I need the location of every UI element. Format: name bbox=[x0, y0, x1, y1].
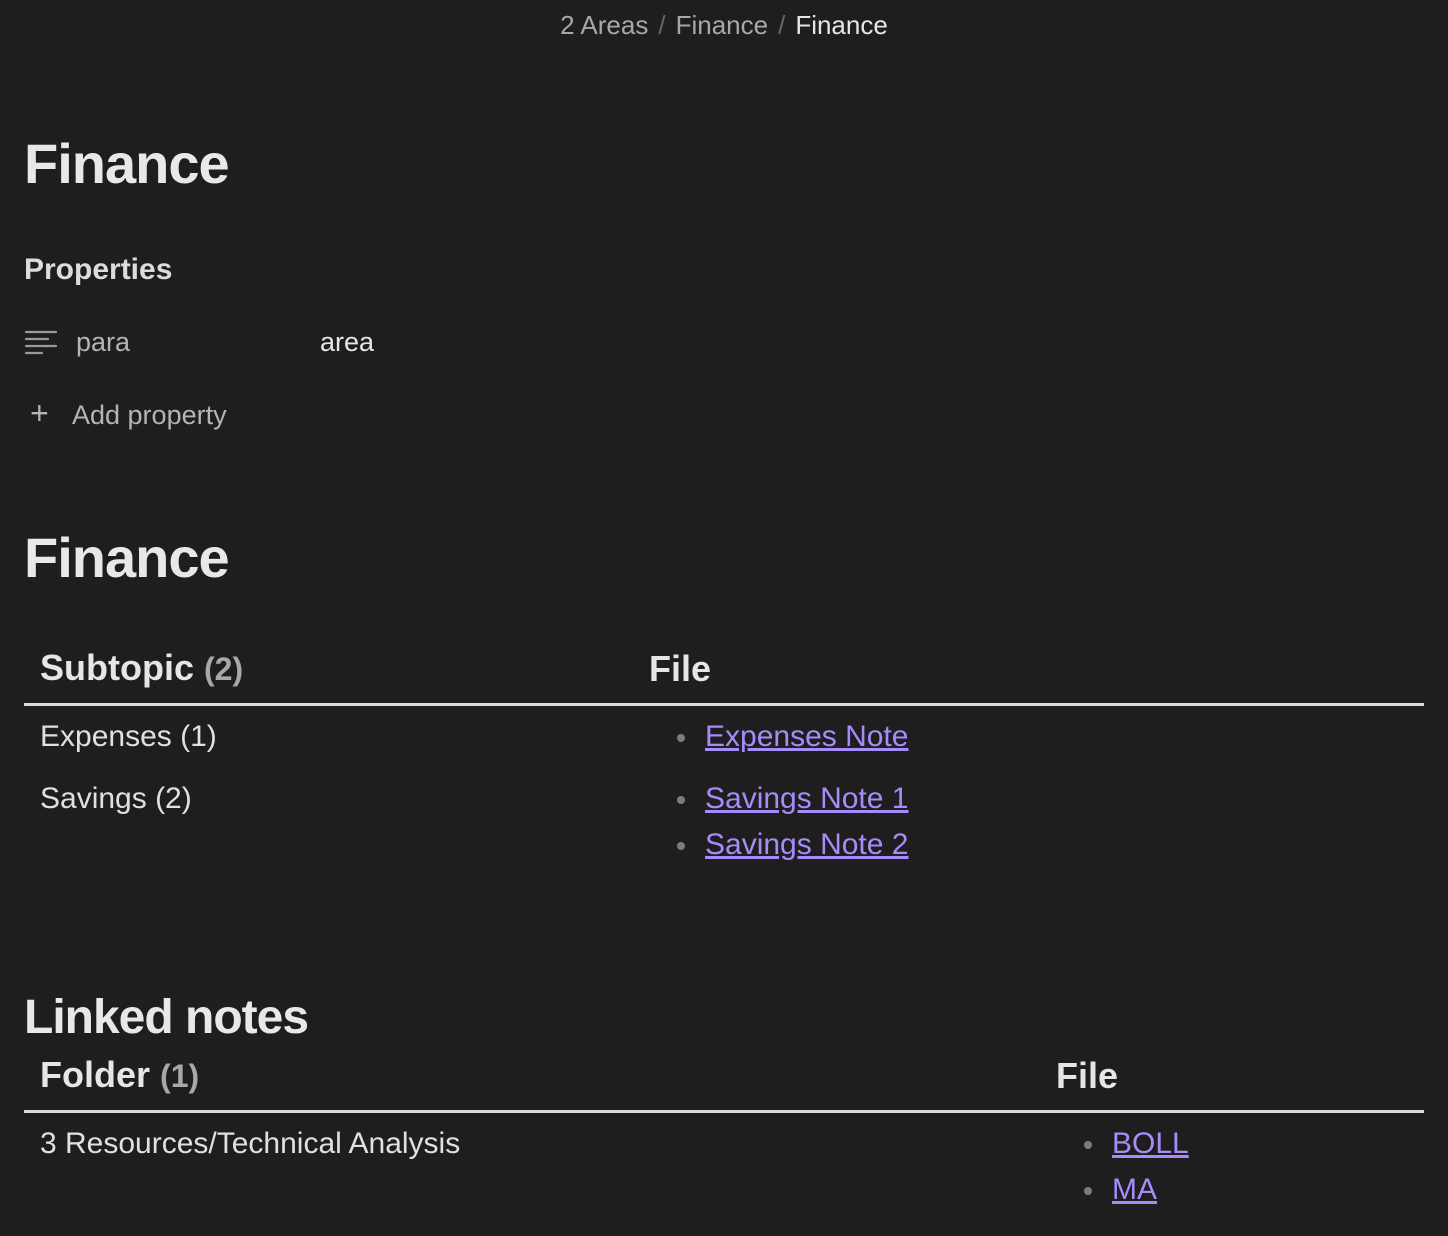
file-link-savings-note-1[interactable]: Savings Note 1 bbox=[705, 782, 908, 815]
breadcrumb-item-areas[interactable]: 2 Areas bbox=[560, 10, 648, 40]
add-property-button[interactable]: + Add property bbox=[30, 393, 227, 433]
column-count: (1) bbox=[160, 1058, 200, 1094]
list-item: MA bbox=[1056, 1167, 1408, 1213]
table-row: 3 Resources/Technical Analysis BOLL MA bbox=[24, 1112, 1424, 1222]
breadcrumb-separator: / bbox=[658, 10, 666, 40]
bullet-icon bbox=[677, 796, 685, 804]
column-header-file[interactable]: File bbox=[633, 644, 1424, 706]
list-item: Expenses Note bbox=[649, 714, 1408, 760]
breadcrumb: 2 Areas / Finance / Finance bbox=[0, 8, 1448, 42]
bullet-icon bbox=[677, 734, 685, 742]
subtopic-table: Subtopic (2) File Expenses (1) Expenses … bbox=[24, 644, 1424, 876]
table-row: Expenses (1) Expenses Note bbox=[24, 705, 1424, 769]
properties-heading[interactable]: Properties bbox=[24, 250, 172, 290]
section-heading-linked-notes: Linked notes bbox=[24, 991, 309, 1044]
breadcrumb-separator: / bbox=[778, 10, 786, 40]
plus-icon: + bbox=[30, 395, 49, 431]
table-row: Savings (2) Savings Note 1 Savings Note … bbox=[24, 768, 1424, 876]
file-link-expenses-note[interactable]: Expenses Note bbox=[705, 720, 908, 753]
file-cell: Savings Note 1 Savings Note 2 bbox=[633, 768, 1424, 876]
list-item: Savings Note 2 bbox=[649, 822, 1408, 868]
linked-notes-table: Folder (1) File 3 Resources/Technical An… bbox=[24, 1051, 1424, 1221]
bullet-icon bbox=[677, 842, 685, 850]
file-link-ma[interactable]: MA bbox=[1112, 1173, 1157, 1206]
column-header-subtopic[interactable]: Subtopic (2) bbox=[24, 644, 633, 706]
list-item: BOLL bbox=[1056, 1121, 1408, 1167]
subtopic-cell: Expenses (1) bbox=[40, 720, 217, 753]
column-header-folder[interactable]: Folder (1) bbox=[24, 1051, 1040, 1113]
note-page: 2 Areas / Finance / Finance Finance Properti… bbox=[0, 0, 1448, 1236]
property-row-para[interactable]: para area bbox=[24, 322, 624, 362]
property-key[interactable]: para bbox=[76, 322, 130, 362]
add-property-label: Add property bbox=[72, 400, 227, 430]
file-cell: BOLL MA bbox=[1040, 1112, 1424, 1222]
note-title[interactable]: Finance bbox=[24, 128, 230, 200]
section-heading-finance: Finance bbox=[24, 526, 230, 589]
list-lines-icon bbox=[24, 330, 58, 355]
column-header-file[interactable]: File bbox=[1040, 1051, 1424, 1113]
file-link-savings-note-2[interactable]: Savings Note 2 bbox=[705, 828, 908, 861]
breadcrumb-item-finance-folder[interactable]: Finance bbox=[676, 10, 769, 40]
breadcrumb-current[interactable]: Finance bbox=[795, 10, 888, 40]
column-count: (2) bbox=[204, 651, 244, 687]
file-cell: Expenses Note bbox=[633, 705, 1424, 769]
subtopic-cell: Savings (2) bbox=[40, 782, 192, 815]
file-link-boll[interactable]: BOLL bbox=[1112, 1127, 1189, 1160]
folder-cell: 3 Resources/Technical Analysis bbox=[40, 1127, 461, 1160]
property-value[interactable]: area bbox=[320, 322, 374, 362]
bullet-icon bbox=[1084, 1187, 1092, 1195]
bullet-icon bbox=[1084, 1141, 1092, 1149]
list-item: Savings Note 1 bbox=[649, 776, 1408, 822]
